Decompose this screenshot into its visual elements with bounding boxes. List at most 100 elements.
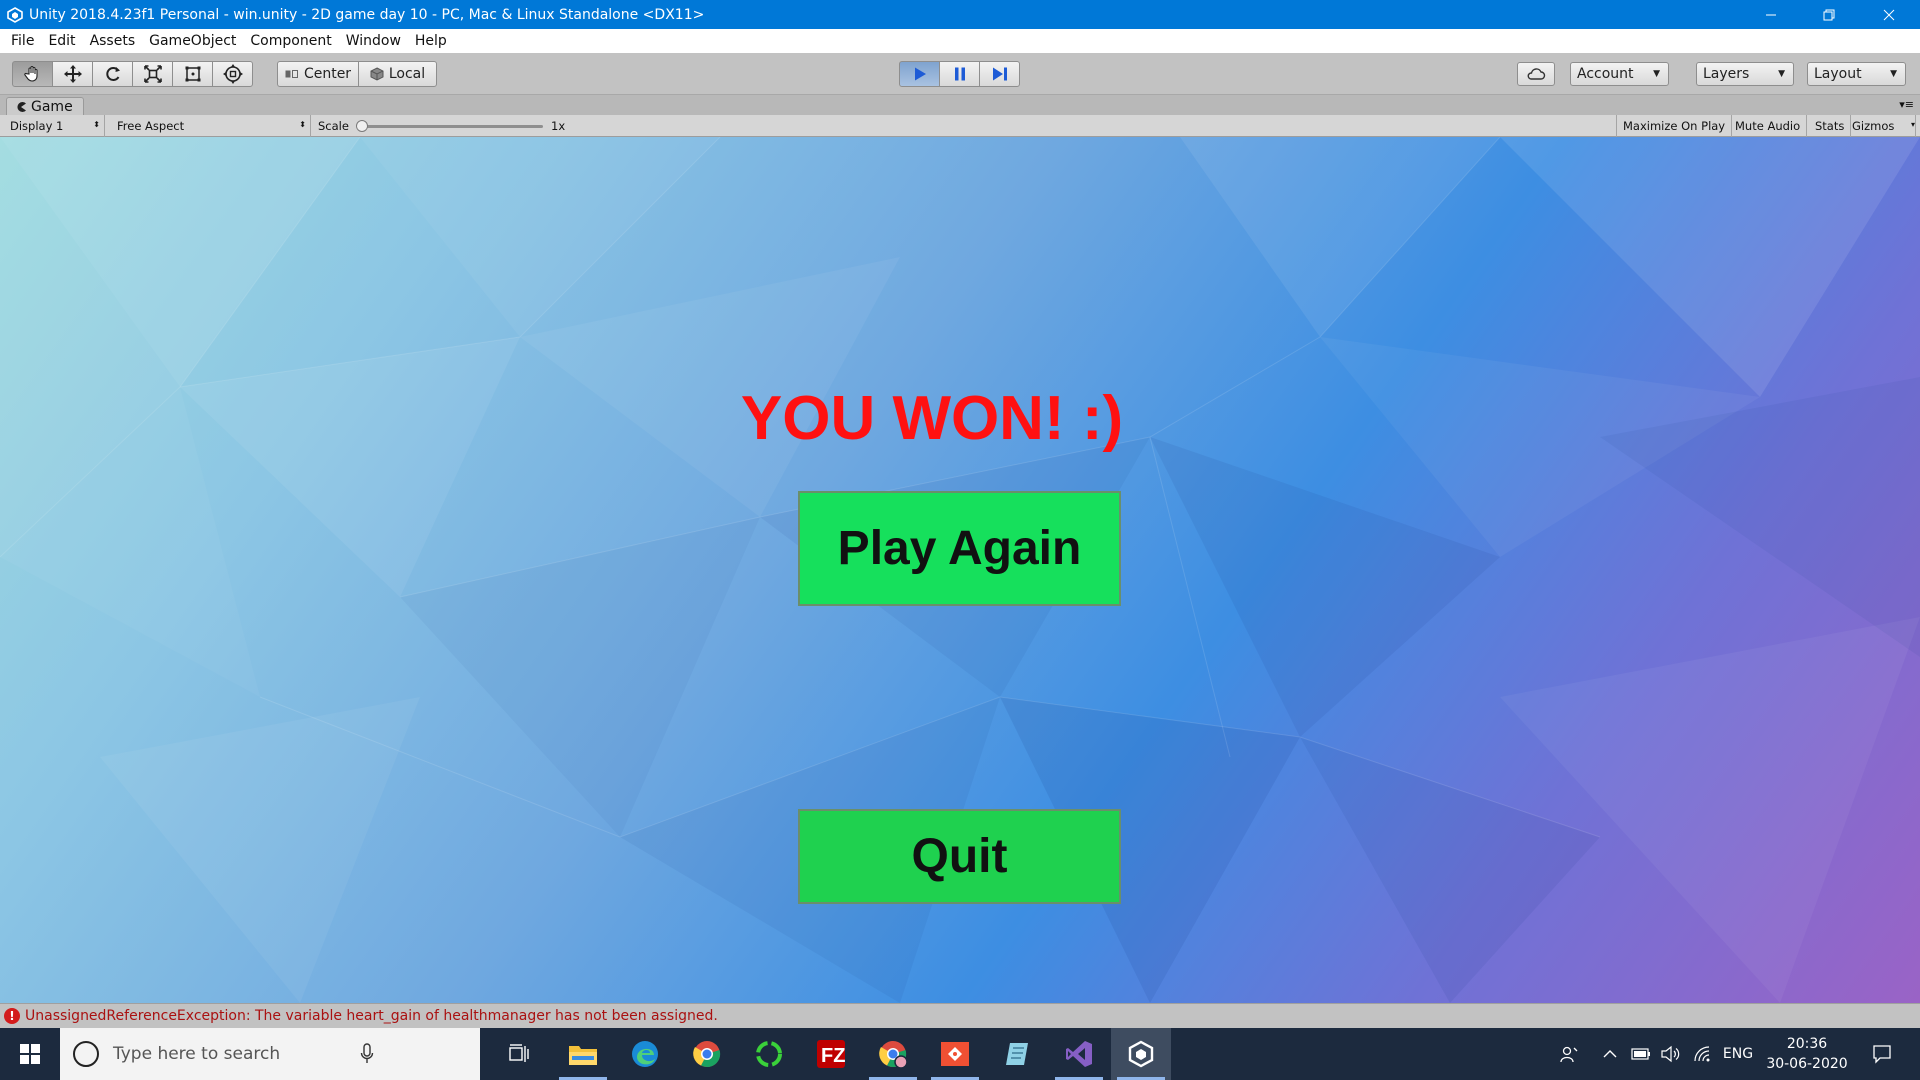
taskbar-visual-studio[interactable]	[1049, 1028, 1109, 1080]
play-again-button[interactable]: Play Again	[798, 491, 1121, 606]
taskbar-refresh-app[interactable]	[739, 1028, 799, 1080]
scale-tool-button[interactable]	[132, 61, 173, 87]
move-icon	[63, 65, 82, 83]
pivot-controls: Center Local	[277, 61, 437, 87]
collab-cloud-button[interactable]	[1517, 62, 1555, 86]
restore-icon	[1823, 9, 1835, 20]
pivot-mode-button[interactable]: Center	[277, 61, 359, 87]
win-message: YOU WON! :)	[740, 384, 1124, 453]
taskbar-git[interactable]	[925, 1028, 985, 1080]
taskbar-clock[interactable]: 20:36 30-06-2020	[1760, 1028, 1854, 1080]
mute-audio-toggle[interactable]: Mute Audio	[1729, 115, 1808, 137]
main-toolbar: Center Local Account ▼ Layers ▼ Layout ▼	[0, 53, 1920, 95]
pivot-space-label: Local	[388, 66, 426, 82]
gizmos-label: Gizmos	[1852, 119, 1895, 133]
menu-file[interactable]: File	[4, 29, 41, 53]
cloud-icon	[1527, 68, 1546, 80]
start-button[interactable]	[0, 1028, 60, 1080]
updown-caret-icon: ⬍	[299, 120, 306, 129]
step-button[interactable]	[979, 61, 1020, 87]
rect-tool-icon	[185, 66, 200, 82]
rotate-tool-button[interactable]	[92, 61, 133, 87]
playback-controls	[899, 61, 1020, 87]
chevron-up-icon	[1603, 1050, 1617, 1058]
transform-tool-button[interactable]	[212, 61, 253, 87]
taskbar-unity[interactable]	[1111, 1028, 1171, 1080]
transform-tool-icon	[222, 64, 243, 84]
hand-tool-button[interactable]	[12, 61, 53, 87]
menu-window[interactable]: Window	[339, 29, 408, 53]
edge-icon	[632, 1041, 658, 1067]
menu-gameobject[interactable]: GameObject	[142, 29, 243, 53]
search-placeholder: Type here to search	[113, 1044, 281, 1064]
menu-component[interactable]: Component	[243, 29, 338, 53]
menu-bar: File Edit Assets GameObject Component Wi…	[0, 29, 1920, 53]
taskbar-filezilla[interactable]: FZ	[801, 1028, 861, 1080]
pause-button[interactable]	[939, 61, 980, 87]
stats-toggle[interactable]: Stats	[1809, 115, 1852, 137]
caret-down-icon: ▾	[1910, 120, 1915, 129]
panel-menu-icon[interactable]: ▾≡	[1899, 98, 1914, 111]
clock-time: 20:36	[1786, 1036, 1828, 1052]
layers-dropdown[interactable]: Layers ▼	[1696, 62, 1794, 86]
menu-help[interactable]: Help	[408, 29, 454, 53]
rotate-icon	[105, 67, 120, 81]
caret-down-icon: ▼	[1890, 69, 1897, 79]
battery-button[interactable]	[1628, 1028, 1654, 1080]
unity-logo-icon	[0, 0, 29, 29]
play-icon	[914, 67, 926, 81]
pivot-space-button[interactable]: Local	[358, 61, 437, 87]
microphone-icon[interactable]	[360, 1043, 374, 1065]
people-button[interactable]	[1552, 1028, 1586, 1080]
status-message: UnassignedReferenceException: The variab…	[25, 1008, 718, 1024]
hand-icon	[23, 65, 38, 82]
rect-tool-button[interactable]	[172, 61, 213, 87]
show-hidden-icons-button[interactable]	[1598, 1028, 1622, 1080]
menu-edit[interactable]: Edit	[41, 29, 82, 53]
restore-button[interactable]	[1800, 0, 1858, 29]
move-tool-button[interactable]	[52, 61, 93, 87]
scale-icon	[143, 65, 162, 83]
menu-assets[interactable]: Assets	[83, 29, 143, 53]
scale-label: Scale	[318, 119, 349, 133]
game-viewport[interactable]: YOU WON! :) Play Again Quit	[0, 137, 1920, 1003]
git-icon	[941, 1042, 969, 1066]
scale-slider-handle[interactable]	[356, 120, 368, 132]
taskbar-search-box[interactable]: Type here to search	[60, 1028, 480, 1080]
scale-slider-track[interactable]	[358, 125, 543, 128]
gizmos-dropdown[interactable]: Gizmos ▾	[1846, 115, 1916, 137]
volume-button[interactable]	[1657, 1028, 1683, 1080]
minimize-button[interactable]	[1742, 0, 1800, 29]
quit-button[interactable]: Quit	[798, 809, 1121, 904]
action-center-button[interactable]	[1864, 1028, 1900, 1080]
task-view-button[interactable]	[496, 1028, 544, 1080]
play-button[interactable]	[899, 61, 940, 87]
maximize-on-play-label: Maximize On Play	[1623, 119, 1726, 133]
taskbar-file-explorer[interactable]	[553, 1028, 613, 1080]
taskbar-chrome[interactable]	[677, 1028, 737, 1080]
network-button[interactable]	[1690, 1028, 1716, 1080]
updown-caret-icon: ⬍	[93, 120, 100, 129]
close-button[interactable]	[1858, 0, 1920, 29]
account-label: Account	[1577, 66, 1634, 82]
stats-label: Stats	[1815, 119, 1845, 133]
language-indicator[interactable]: ENG	[1720, 1028, 1756, 1080]
task-view-icon	[509, 1044, 529, 1062]
wifi-icon	[1694, 1046, 1710, 1062]
aspect-dropdown[interactable]: Free Aspect ⬍	[111, 115, 311, 137]
error-icon: !	[4, 1008, 20, 1024]
windows-taskbar: Type here to search FZ ENG 20:36 30-06-2…	[0, 1028, 1920, 1080]
taskbar-edge[interactable]	[615, 1028, 675, 1080]
layout-label: Layout	[1814, 66, 1862, 82]
taskbar-chrome-profile[interactable]	[863, 1028, 923, 1080]
chrome-icon	[693, 1041, 721, 1068]
title-bar: Unity 2018.4.23f1 Personal - win.unity -…	[0, 0, 1920, 29]
layout-dropdown[interactable]: Layout ▼	[1807, 62, 1906, 86]
maximize-on-play-toggle[interactable]: Maximize On Play	[1616, 115, 1733, 137]
console-status-bar[interactable]: ! UnassignedReferenceException: The vari…	[0, 1003, 1920, 1028]
account-dropdown[interactable]: Account ▼	[1570, 62, 1669, 86]
display-dropdown[interactable]: Display 1 ⬍	[4, 115, 105, 137]
tab-game[interactable]: Game	[6, 97, 84, 115]
notepad-icon	[1006, 1043, 1028, 1065]
taskbar-notepad[interactable]	[987, 1028, 1047, 1080]
